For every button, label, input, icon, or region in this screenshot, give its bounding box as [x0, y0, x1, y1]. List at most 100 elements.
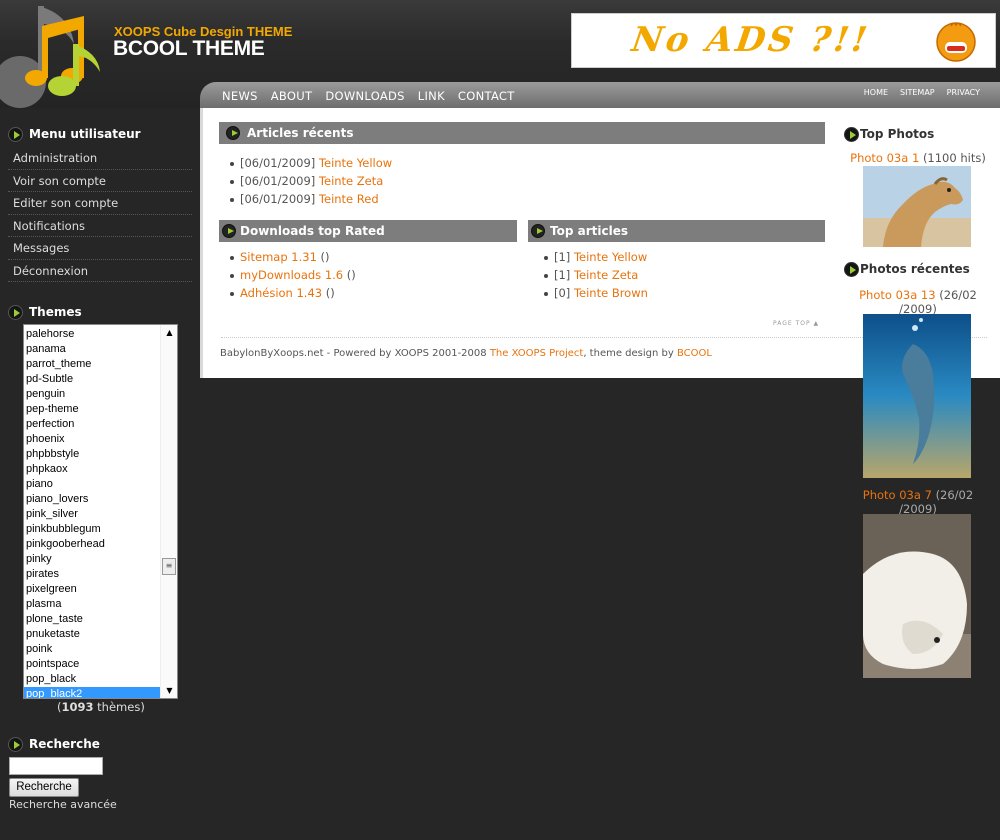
download-link[interactable]: Adhésion 1.43	[240, 286, 322, 300]
themes-listbox[interactable]: palehorse panama parrot_theme pd-Subtle peng…	[23, 324, 178, 699]
camel-photo[interactable]	[863, 166, 971, 247]
theme-option[interactable]: phoenix	[24, 432, 160, 447]
logo-title[interactable]: BCOOL THEME	[113, 37, 265, 61]
list-item: [06/01/2009] Teinte Yellow	[230, 154, 392, 172]
play-bullet-icon	[226, 126, 240, 140]
music-note-logo-icon[interactable]	[0, 0, 110, 108]
theme-option[interactable]: piano	[24, 477, 160, 492]
theme-option[interactable]: pink_silver	[24, 507, 160, 522]
theme-option[interactable]: plone_taste	[24, 612, 160, 627]
top-photos-header: Top Photos	[844, 127, 934, 142]
polar-bear-photo[interactable]	[863, 514, 971, 678]
ad-banner[interactable]: No ADS ?!!	[571, 13, 996, 68]
scroll-thumb[interactable]: ≡	[162, 558, 176, 575]
theme-option[interactable]: pointspace	[24, 657, 160, 672]
nav-about[interactable]: ABOUT	[271, 89, 313, 103]
dolphin-photo[interactable]	[863, 314, 971, 478]
play-bullet-icon	[844, 127, 859, 142]
list-item: [1] Teinte Zeta	[544, 266, 648, 284]
theme-option[interactable]: pixelgreen	[24, 582, 160, 597]
arrow-up-icon: ▲	[813, 320, 820, 327]
theme-option[interactable]: pop_black	[24, 672, 160, 687]
article-link[interactable]: Teinte Yellow	[319, 156, 392, 170]
theme-option[interactable]: plasma	[24, 597, 160, 612]
theme-option[interactable]: poink	[24, 642, 160, 657]
play-bullet-icon	[8, 127, 23, 142]
theme-option[interactable]: panama	[24, 342, 160, 357]
theme-option[interactable]: parrot_theme	[24, 357, 160, 372]
nav-home[interactable]: HOME	[864, 88, 888, 97]
recent-photo-link[interactable]: Photo 03a 7	[863, 488, 932, 502]
search-input[interactable]	[9, 757, 103, 775]
article-link[interactable]: Teinte Red	[319, 192, 379, 206]
main-navigation: NEWS ABOUT DOWNLOADS LINK CONTACT HOME S…	[200, 82, 1000, 108]
theme-option[interactable]: pirates	[24, 567, 160, 582]
advanced-search-link[interactable]: Recherche avancée	[9, 798, 117, 811]
recent-photos-header: Photos récentes	[844, 262, 970, 277]
search-header: Recherche	[8, 737, 100, 752]
play-bullet-icon	[8, 737, 23, 752]
download-link[interactable]: myDownloads 1.6	[240, 268, 343, 282]
theme-option[interactable]: pd-Subtle	[24, 372, 160, 387]
theme-option[interactable]: pinky	[24, 552, 160, 567]
article-date: [06/01/2009]	[240, 192, 316, 206]
theme-option[interactable]: pinkgooberhead	[24, 537, 160, 552]
nav-contact[interactable]: CONTACT	[458, 89, 515, 103]
article-link[interactable]: Teinte Zeta	[319, 174, 383, 188]
theme-option[interactable]: pnuketaste	[24, 627, 160, 642]
theme-option[interactable]: phpkaox	[24, 462, 160, 477]
nav-sitemap[interactable]: SITEMAP	[900, 88, 935, 97]
theme-option[interactable]: penguin	[24, 387, 160, 402]
article-link[interactable]: Teinte Brown	[574, 286, 648, 300]
search-title: Recherche	[29, 737, 100, 751]
recent-photo-caption: Photo 03a 7 (26/02/2009)	[845, 488, 991, 516]
page-top-link[interactable]: PAGE TOP ▲	[773, 320, 819, 327]
theme-option[interactable]: palehorse	[24, 327, 160, 342]
top-articles-header: Top articles	[528, 220, 825, 242]
article-count: [0]	[554, 286, 571, 300]
theme-option[interactable]: phpbbstyle	[24, 447, 160, 462]
recent-photo-date: (26/02	[935, 488, 974, 502]
top-photo-caption: Photo 03a 1 (1100 hits)	[845, 151, 991, 165]
footer-text: , theme design by	[583, 348, 677, 359]
designer-link[interactable]: BCOOL	[677, 348, 712, 359]
theme-option[interactable]: piano_lovers	[24, 492, 160, 507]
article-date: [06/01/2009]	[240, 156, 316, 170]
article-link[interactable]: Teinte Zeta	[574, 268, 638, 282]
themes-scrollbar[interactable]: ▲ ≡ ▼	[160, 325, 177, 698]
themes-count-number: 1093	[61, 700, 94, 714]
play-bullet-icon	[531, 224, 545, 238]
user-menu: Administration Voir son compte Editer so…	[8, 147, 192, 282]
list-item: Sitemap 1.31 ()	[230, 248, 356, 266]
xoops-project-link[interactable]: The XOOPS Project	[490, 348, 584, 359]
user-menu-header: Menu utilisateur	[8, 127, 141, 142]
theme-option[interactable]: perfection	[24, 417, 160, 432]
scroll-up-arrow-icon[interactable]: ▲	[161, 325, 177, 340]
download-suffix: ()	[325, 286, 335, 300]
article-link[interactable]: Teinte Yellow	[574, 250, 647, 264]
menu-item-administration[interactable]: Administration	[8, 147, 192, 170]
menu-item-edit-account[interactable]: Editer son compte	[8, 192, 192, 215]
list-item: [0] Teinte Brown	[544, 284, 648, 302]
menu-item-logout[interactable]: Déconnexion	[8, 260, 192, 282]
article-date: [06/01/2009]	[240, 174, 316, 188]
theme-option[interactable]: pep-theme	[24, 402, 160, 417]
nav-news[interactable]: NEWS	[222, 89, 258, 103]
menu-item-notifications[interactable]: Notifications	[8, 215, 192, 237]
recent-photos-title: Photos récentes	[860, 262, 970, 276]
recent-photo-link[interactable]: Photo 03a 13	[859, 288, 935, 302]
theme-option[interactable]: pop_black2	[24, 687, 160, 698]
nav-link[interactable]: LINK	[418, 89, 445, 103]
download-link[interactable]: Sitemap 1.31	[240, 250, 317, 264]
article-count: [1]	[554, 250, 571, 264]
nav-downloads[interactable]: DOWNLOADS	[325, 89, 404, 103]
top-photo-link[interactable]: Photo 03a 1	[850, 151, 919, 165]
theme-option[interactable]: pinkbubblegum	[24, 522, 160, 537]
scroll-down-arrow-icon[interactable]: ▼	[161, 683, 177, 698]
menu-item-view-account[interactable]: Voir son compte	[8, 170, 192, 192]
search-button[interactable]: Recherche	[9, 778, 79, 797]
menu-item-messages[interactable]: Messages	[8, 237, 192, 260]
play-bullet-icon	[222, 224, 236, 238]
recent-articles-title: Articles récents	[247, 126, 354, 140]
nav-privacy[interactable]: PRIVACY	[947, 88, 980, 97]
